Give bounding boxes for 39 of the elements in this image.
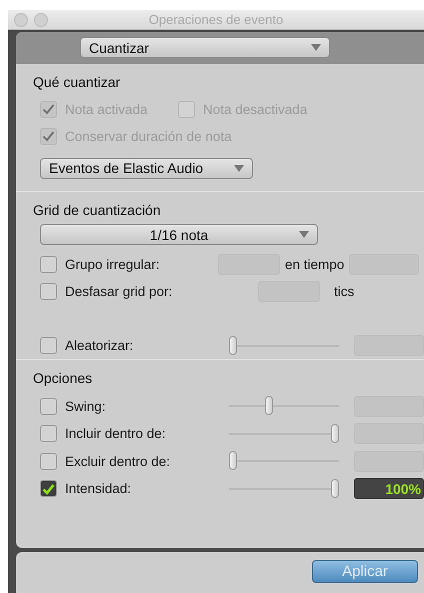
value-display[interactable]: 100% (354, 478, 424, 500)
window-title: Operaciones de evento (148, 12, 284, 27)
checkbox[interactable] (40, 337, 57, 354)
caret-icon (234, 164, 244, 172)
checkbox-label: Grupo irregular: (65, 257, 161, 272)
slider-thumb[interactable] (229, 336, 237, 355)
checkbox-label: Desfasar grid por: (65, 284, 174, 300)
operation-dropdown[interactable]: Cuantizar (80, 37, 330, 58)
checkbox-label: Excluir dentro de: (65, 454, 172, 469)
caret-icon (311, 44, 321, 52)
events-dropdown[interactable]: Eventos de Elastic Audio (40, 158, 253, 179)
checkbox[interactable] (40, 256, 57, 274)
window-button[interactable] (14, 12, 28, 26)
checkbox[interactable] (40, 452, 57, 470)
section-title: Grid de cuantización (33, 202, 162, 220)
grid-dropdown[interactable]: 1/16 nota (40, 224, 318, 246)
caret-icon (299, 231, 309, 238)
slider-thumb[interactable] (264, 396, 273, 416)
field-label: tics (334, 284, 354, 300)
checkbox[interactable] (40, 398, 57, 415)
slider-thumb[interactable] (229, 451, 237, 470)
slider[interactable] (229, 395, 339, 418)
checkbox[interactable] (40, 480, 57, 498)
checkbox-label: Aleatorizar: (65, 338, 134, 354)
checkbox-label: Swing: (65, 398, 107, 414)
field-label: en tiempo (285, 257, 344, 272)
checkbox-label: Intensidad: (65, 481, 132, 496)
window-button[interactable] (34, 12, 48, 26)
slider[interactable] (229, 450, 339, 472)
section-title: Opciones (33, 370, 94, 388)
section-title: Qué cuantizar (33, 74, 122, 92)
slider[interactable] (229, 422, 339, 445)
slider-thumb[interactable] (331, 424, 339, 443)
checkbox-label: Incluir dentro de: (65, 426, 167, 442)
checkbox[interactable] (40, 283, 57, 300)
slider-thumb[interactable] (331, 478, 339, 498)
slider[interactable] (229, 478, 339, 500)
slider[interactable] (229, 334, 339, 357)
checkbox[interactable] (40, 425, 57, 442)
